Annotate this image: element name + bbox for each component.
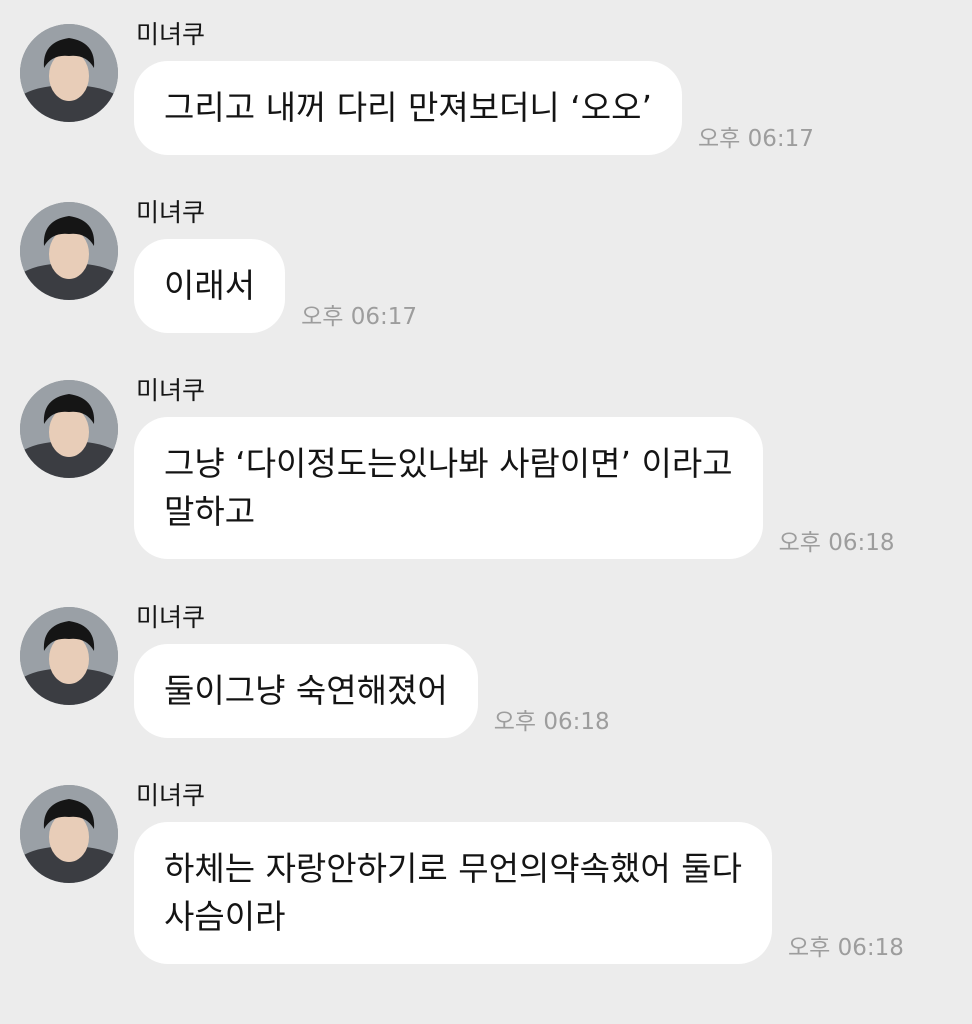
message-bubble[interactable]: 둘이그냥 숙연해졌어 (134, 644, 478, 738)
sender-name: 미녀쿠 (136, 20, 206, 49)
sender-name: 미녀쿠 (136, 376, 206, 405)
message-timestamp: 오후 06:18 (778, 530, 895, 556)
message-row: 둘이그냥 숙연해졌어 오후 06:18 (134, 644, 610, 738)
message-timestamp: 오후 06:18 (493, 709, 610, 735)
message-timestamp: 오후 06:17 (301, 304, 418, 330)
profile-photo-icon[interactable] (20, 202, 118, 300)
profile-photo-icon[interactable] (20, 24, 118, 122)
chat-message-list[interactable]: 미녀쿠 그리고 내꺼 다리 만져보더니 ‘오오’ 오후 06:17 미녀쿠 이래… (0, 0, 972, 1024)
message-bubble[interactable]: 하체는 자랑안하기로 무언의약속했어 둘다 사슴이라 (134, 822, 772, 964)
sender-name: 미녀쿠 (136, 603, 206, 632)
message-timestamp: 오후 06:17 (697, 126, 814, 152)
sender-name: 미녀쿠 (136, 198, 206, 227)
message-bubble[interactable]: 그냥 ‘다이정도는있나봐 사람이면’ 이라고 말하고 (134, 417, 763, 559)
sender-name: 미녀쿠 (136, 781, 206, 810)
message-row: 하체는 자랑안하기로 무언의약속했어 둘다 사슴이라 오후 06:18 (134, 822, 904, 964)
profile-photo-icon[interactable] (20, 380, 118, 478)
message-bubble[interactable]: 그리고 내꺼 다리 만져보더니 ‘오오’ (134, 61, 682, 155)
message-bubble[interactable]: 이래서 (134, 239, 286, 333)
profile-photo-icon[interactable] (20, 785, 118, 883)
message-row: 그리고 내꺼 다리 만져보더니 ‘오오’ 오후 06:17 (134, 61, 814, 155)
profile-photo-icon[interactable] (20, 607, 118, 705)
message-timestamp: 오후 06:18 (787, 935, 904, 961)
message-row: 이래서 오후 06:17 (134, 239, 417, 333)
message-row: 그냥 ‘다이정도는있나봐 사람이면’ 이라고 말하고 오후 06:18 (134, 417, 895, 559)
